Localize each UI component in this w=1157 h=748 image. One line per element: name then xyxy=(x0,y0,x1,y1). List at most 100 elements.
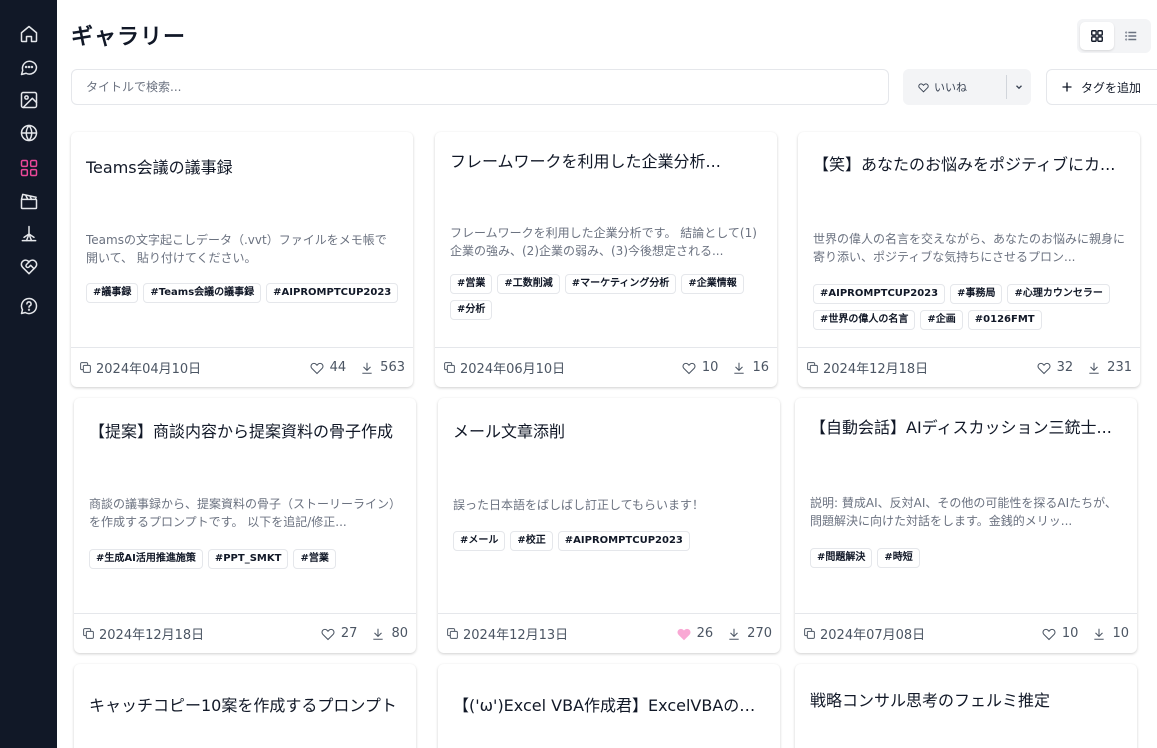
tag[interactable]: #メール xyxy=(453,531,506,551)
tag[interactable]: #問題解決 xyxy=(810,548,873,568)
copy-icon xyxy=(80,362,91,373)
tag[interactable]: #PPT_SMKT xyxy=(207,549,289,569)
download-count[interactable]: 16 xyxy=(732,360,769,375)
copy-icon xyxy=(444,362,455,373)
card-tags: #メール #校正 #AIPROMPTCUP2023 xyxy=(453,531,775,551)
tag[interactable]: #0126FMT xyxy=(967,310,1042,330)
card-title[interactable]: フレームワークを利用した企業分析... xyxy=(450,148,765,172)
image-icon[interactable] xyxy=(19,90,39,110)
download-count[interactable]: 10 xyxy=(1092,626,1129,641)
heart-icon xyxy=(918,82,929,93)
prompt-card[interactable]: メール文章添削 誤った日本語をばしばし訂正してもらいます！ #メール #校正 #… xyxy=(438,398,780,653)
page-title: ギャラリー xyxy=(71,25,187,50)
download-count[interactable]: 231 xyxy=(1087,360,1132,375)
tag[interactable]: #事務局 xyxy=(950,284,1003,304)
copy-icon xyxy=(447,628,458,639)
download-count[interactable]: 563 xyxy=(360,360,405,375)
like-count[interactable]: 32 xyxy=(1037,360,1073,375)
prompt-card[interactable]: 【提案】商談内容から提案資料の骨子作成 商談の議事録から、提案資料の骨子（ストー… xyxy=(74,398,416,653)
add-tag-label: タグを追加 xyxy=(1081,80,1142,95)
tag[interactable]: #議事録 xyxy=(86,283,139,303)
help-icon[interactable] xyxy=(19,296,39,316)
heart-icon xyxy=(1037,362,1051,374)
card-title[interactable]: キャッチコピー10案を作成するプロンプト xyxy=(89,692,404,716)
like-count[interactable]: 10 xyxy=(682,360,718,375)
card-footer: 2024年07月08日 10 10 xyxy=(795,613,1137,653)
tag[interactable]: #Teams会議の議事録 xyxy=(143,283,262,303)
tag[interactable]: #営業 xyxy=(450,274,493,294)
tag[interactable]: #営業 xyxy=(293,549,336,569)
card-description: フレームワークを利用した企業分析です。 結論として(1)企業の強み、(2)企業の… xyxy=(450,226,757,258)
card-title[interactable]: メール文章添削 xyxy=(453,418,768,442)
card-title[interactable]: 【笑】あなたのお悩みをポジティブにカ... xyxy=(813,151,1128,175)
heart-icon xyxy=(321,628,335,640)
prompt-card[interactable]: 【笑】あなたのお悩みをポジティブにカ... 世界の偉人の名言を交えながら、あなた… xyxy=(798,132,1140,387)
card-tags: #生成AI活用推進施策 #PPT_SMKT #営業 xyxy=(89,549,411,569)
card-title[interactable]: 戦略コンサル思考のフェルミ推定 xyxy=(810,687,1125,711)
prompt-card[interactable]: フレームワークを利用した企業分析... フレームワークを利用した企業分析です。 … xyxy=(435,132,777,387)
like-filter-toggle[interactable] xyxy=(1007,82,1031,92)
prompt-card[interactable]: キャッチコピー10案を作成するプロンプト xyxy=(74,664,416,748)
tag[interactable]: #心理カウンセラー xyxy=(1007,284,1110,304)
tag[interactable]: #企業情報 xyxy=(681,274,744,294)
card-title[interactable]: 【提案】商談内容から提案資料の骨子作成 xyxy=(89,418,404,442)
heart-filled-icon xyxy=(677,628,691,640)
card-title[interactable]: 【自動会話】AIディスカッション三銃士... xyxy=(810,414,1125,438)
card-description: 世界の偉人の名言を交えながら、あなたのお悩みに親身に寄り添い、ポジティブな気持ち… xyxy=(813,232,1125,264)
card-description: 誤った日本語をばしばし訂正してもらいます！ xyxy=(453,498,705,512)
gallery-grid-icon[interactable] xyxy=(19,158,39,178)
card-date: 2024年12月18日 xyxy=(82,624,307,643)
copy-icon xyxy=(83,628,94,639)
sparkle-icon[interactable] xyxy=(19,224,39,244)
tag[interactable]: #生成AI活用推進施策 xyxy=(89,549,203,569)
like-filter-select[interactable]: いいね xyxy=(903,69,1031,105)
card-footer: 2024年04月10日 44 563 xyxy=(71,347,413,387)
list-view-button[interactable] xyxy=(1114,22,1148,50)
home-icon[interactable] xyxy=(19,24,39,44)
add-tag-button[interactable]: タグを追加 xyxy=(1046,69,1157,105)
tag[interactable]: #校正 xyxy=(510,531,553,551)
search-input[interactable] xyxy=(71,69,889,105)
like-count[interactable]: 10 xyxy=(1042,626,1078,641)
like-count[interactable]: 26 xyxy=(677,626,713,641)
like-count[interactable]: 44 xyxy=(310,360,346,375)
list-icon xyxy=(1125,31,1137,41)
tag[interactable]: #AIPROMPTCUP2023 xyxy=(266,283,399,303)
card-title[interactable]: Teams会議の議事録 xyxy=(86,154,401,178)
tag[interactable]: #企画 xyxy=(920,310,963,330)
tag[interactable]: #時短 xyxy=(877,548,920,568)
tag[interactable]: #世界の偉人の名言 xyxy=(813,310,916,330)
download-count[interactable]: 80 xyxy=(371,626,408,641)
card-date: 2024年12月18日 xyxy=(806,358,1023,377)
grid-view-button[interactable] xyxy=(1080,22,1114,50)
like-count[interactable]: 27 xyxy=(321,626,357,641)
heart-icon xyxy=(310,362,324,374)
copy-icon xyxy=(804,628,815,639)
prompt-card[interactable]: 【自動会話】AIディスカッション三銃士... 説明: 賛成AI、反対AI、その他… xyxy=(795,398,1137,653)
download-count[interactable]: 270 xyxy=(727,626,772,641)
download-icon xyxy=(729,628,739,640)
card-date: 2024年04月10日 xyxy=(79,358,296,377)
card-description: 商談の議事録から、提案資料の骨子（ストーリーライン）を作成するプロンプトです。 … xyxy=(89,497,401,529)
heart-handshake-icon[interactable] xyxy=(19,257,39,277)
tag[interactable]: #AIPROMPTCUP2023 xyxy=(813,284,946,304)
tag[interactable]: #AIPROMPTCUP2023 xyxy=(557,531,690,551)
prompt-card[interactable]: 【('ω')Excel VBA作成君】ExcelVBAのコ... xyxy=(438,664,780,748)
card-date: 2024年07月08日 xyxy=(803,624,1028,643)
download-icon xyxy=(362,362,372,374)
chevron-down-icon xyxy=(1016,85,1022,90)
clapperboard-icon[interactable] xyxy=(19,191,39,211)
card-title[interactable]: 【('ω')Excel VBA作成君】ExcelVBAのコ... xyxy=(453,692,768,716)
main-content: ギャラリー いいね タグを追加 Teams会議の議事録 Teamsの文字起こしデ… xyxy=(57,0,1157,748)
globe-icon[interactable] xyxy=(19,123,39,143)
tag[interactable]: #工数削減 xyxy=(497,274,560,294)
tag[interactable]: #マーケティング分析 xyxy=(564,274,677,294)
prompt-card[interactable]: 戦略コンサル思考のフェルミ推定 xyxy=(795,664,1137,748)
tag[interactable]: #分析 xyxy=(450,300,493,320)
download-icon xyxy=(734,362,745,374)
like-filter-label: いいね xyxy=(934,81,967,94)
chat-icon[interactable] xyxy=(19,57,39,77)
sidebar xyxy=(0,0,57,748)
card-tags: #議事録 #Teams会議の議事録 #AIPROMPTCUP2023 xyxy=(86,283,408,303)
prompt-card[interactable]: Teams会議の議事録 Teamsの文字起こしデータ（.vvt）ファイルをメモ帳… xyxy=(71,132,413,387)
